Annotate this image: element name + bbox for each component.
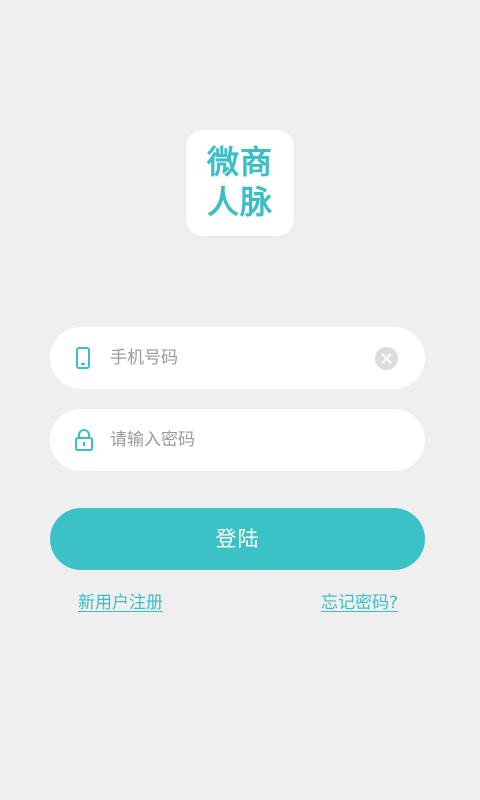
logo-line-2: 人脉	[206, 183, 273, 221]
clear-icon[interactable]	[375, 347, 398, 370]
phone-field[interactable]	[50, 327, 425, 389]
forgot-password-link[interactable]: 忘记密码?	[321, 591, 398, 615]
app-logo: 微商 人脉	[186, 130, 294, 236]
phone-icon	[74, 347, 92, 369]
logo-line-1: 微商	[206, 143, 273, 181]
password-input[interactable]	[110, 409, 360, 471]
phone-input[interactable]	[110, 327, 360, 389]
register-link[interactable]: 新用户注册	[78, 591, 163, 615]
login-button[interactable]: 登陆	[50, 508, 425, 570]
password-field[interactable]	[50, 409, 425, 471]
lock-icon	[74, 429, 93, 451]
